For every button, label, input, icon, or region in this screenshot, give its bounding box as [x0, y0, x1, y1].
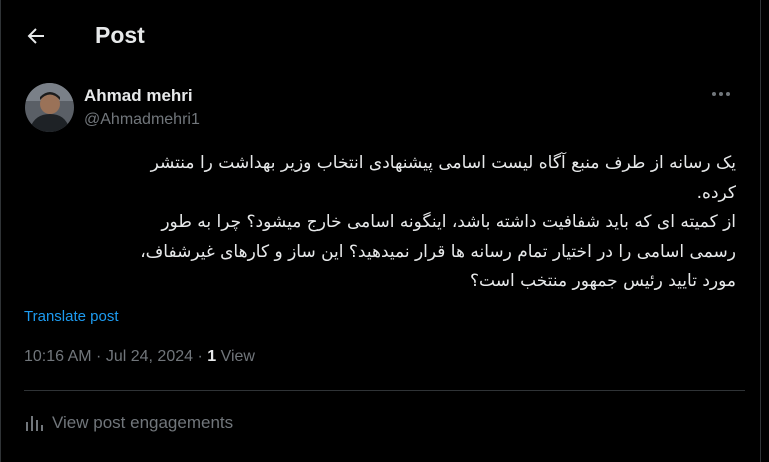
- back-button[interactable]: [24, 24, 48, 48]
- tweet-line: رسمی اسامی را در اختیار تمام رسانه ها قر…: [140, 241, 736, 262]
- author-handle[interactable]: @Ahmadmehri1: [84, 111, 200, 129]
- tweet-text: یک رسانه از طرف منبع آگاه لیست اسامی پیش…: [24, 149, 736, 297]
- engagements-label: View post engagements: [52, 413, 234, 432]
- post-time[interactable]: 10:16 AM: [24, 348, 92, 365]
- tweet-line: از کمیته ای که باید شفافیت داشته باشد، ا…: [161, 212, 736, 232]
- author-name[interactable]: Ahmad mehri: [84, 86, 193, 106]
- divider: [24, 390, 745, 391]
- avatar[interactable]: [25, 83, 74, 132]
- arrow-left-icon: [27, 28, 44, 44]
- page-title: Post: [95, 22, 145, 48]
- view-engagements-button[interactable]: View post engagements: [24, 413, 233, 433]
- more-dots-icon: [712, 92, 730, 96]
- bar-chart-icon: [26, 416, 43, 431]
- meta-separator: ·: [193, 348, 208, 365]
- views-count: 1: [207, 348, 217, 365]
- post-header: Post: [0, 0, 769, 72]
- tweet-line: یک رسانه از طرف منبع آگاه لیست اسامی پیش…: [150, 153, 736, 173]
- views-label: View: [220, 348, 255, 365]
- more-options-button[interactable]: [706, 84, 736, 104]
- post-meta: 10:16 AM · Jul 24, 2024 · 1 View: [24, 348, 255, 366]
- meta-separator: ·: [91, 348, 106, 365]
- tweet-line: کرده.: [696, 182, 736, 203]
- translate-post-link[interactable]: Translate post: [24, 308, 119, 325]
- post-date[interactable]: Jul 24, 2024: [106, 348, 193, 365]
- tweet-line: مورد تایید رئیس جمهور منتخب است؟: [469, 271, 736, 291]
